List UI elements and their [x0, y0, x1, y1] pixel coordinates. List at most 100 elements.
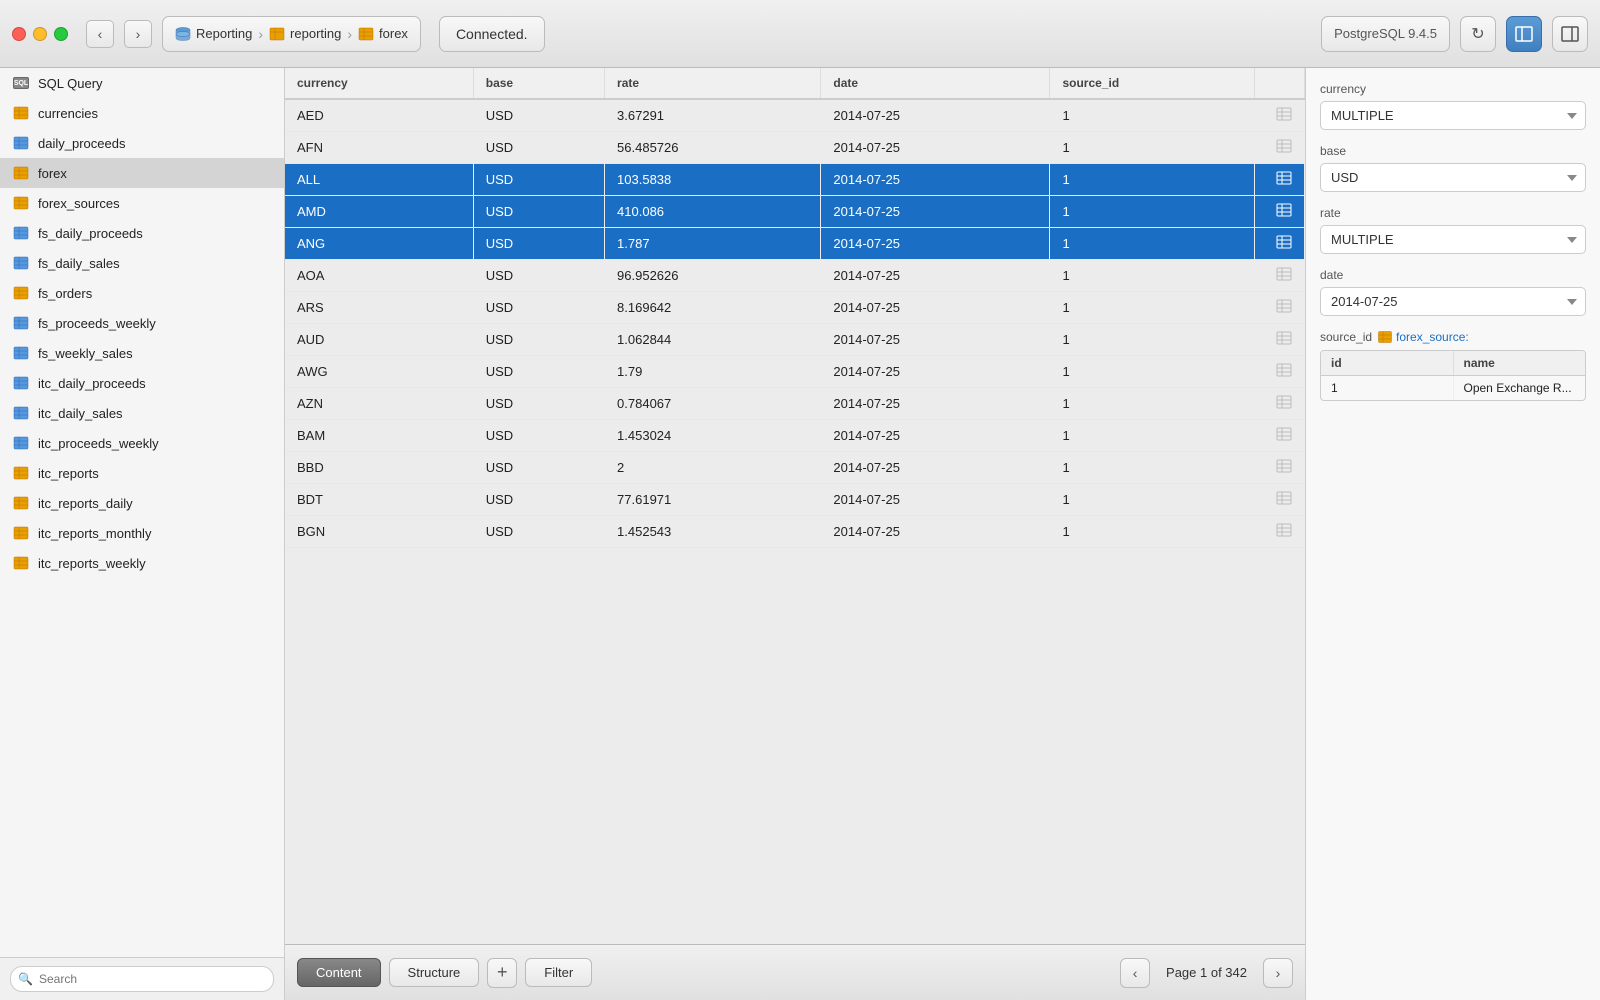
cell-icon[interactable]	[1255, 260, 1305, 292]
sidebar-item-itc-daily-sales[interactable]: itc_daily_sales	[0, 398, 284, 428]
sidebar-item-label: fs_weekly_sales	[38, 346, 133, 361]
table-row[interactable]: ARSUSD8.1696422014-07-251	[285, 292, 1305, 324]
cell-source_id: 1	[1050, 452, 1255, 484]
layout-left-button[interactable]	[1506, 16, 1542, 52]
sidebar-item-forex-sources[interactable]: forex_sources	[0, 188, 284, 218]
minimize-button[interactable]	[33, 27, 47, 41]
search-wrapper: 🔍	[10, 966, 274, 992]
cell-icon[interactable]	[1255, 324, 1305, 356]
table-icon	[13, 346, 29, 360]
layout-right-button[interactable]	[1552, 16, 1588, 52]
table-icon-currencies	[12, 104, 30, 122]
cell-icon[interactable]	[1255, 452, 1305, 484]
cell-rate: 410.086	[605, 196, 821, 228]
table-row[interactable]: AMDUSD410.0862014-07-251	[285, 196, 1305, 228]
row-table-icon	[1276, 363, 1292, 377]
cell-currency: AZN	[285, 388, 473, 420]
table-row[interactable]: BAMUSD1.4530242014-07-251	[285, 420, 1305, 452]
sidebar-item-itc-reports-daily[interactable]: itc_reports_daily	[0, 488, 284, 518]
table-icon	[13, 526, 29, 540]
cell-base: USD	[473, 516, 604, 548]
search-input[interactable]	[10, 966, 274, 992]
table-row[interactable]: BDTUSD77.619712014-07-251	[285, 484, 1305, 516]
prev-page-button[interactable]: ‹	[1120, 958, 1150, 988]
filter-select-rate[interactable]: MULTIPLE	[1320, 225, 1586, 254]
sidebar-item-itc-reports-weekly[interactable]: itc_reports_weekly	[0, 548, 284, 578]
cell-icon[interactable]	[1255, 356, 1305, 388]
sidebar-item-daily-proceeds[interactable]: daily_proceeds	[0, 128, 284, 158]
next-page-button[interactable]: ›	[1263, 958, 1293, 988]
sidebar-item-label: itc_reports	[38, 466, 99, 481]
forward-button[interactable]: ›	[124, 20, 152, 48]
table-icon	[13, 166, 29, 180]
table-row[interactable]: AZNUSD0.7840672014-07-251	[285, 388, 1305, 420]
cell-icon[interactable]	[1255, 132, 1305, 164]
source-table-icon	[1378, 331, 1392, 343]
source-id-link[interactable]: forex_source:	[1378, 330, 1469, 344]
filter-button[interactable]: Filter	[525, 958, 592, 987]
cell-base: USD	[473, 228, 604, 260]
table-icon	[13, 466, 29, 480]
layout-left-icon	[1515, 26, 1533, 42]
cell-icon[interactable]	[1255, 484, 1305, 516]
sidebar-item-label: itc_reports_weekly	[38, 556, 146, 571]
source-mini-table-row[interactable]: 1 Open Exchange R...	[1321, 376, 1585, 400]
cell-icon[interactable]	[1255, 196, 1305, 228]
structure-tab[interactable]: Structure	[389, 958, 480, 987]
sidebar-item-label: itc_reports_daily	[38, 496, 133, 511]
breadcrumb-table[interactable]: forex	[358, 26, 408, 41]
database-icon	[175, 27, 191, 41]
column-header-rate: rate	[605, 68, 821, 99]
filter-select-date[interactable]: 2014-07-25	[1320, 287, 1586, 316]
sidebar-item-fs-daily-sales[interactable]: fs_daily_sales	[0, 248, 284, 278]
cell-currency: BDT	[285, 484, 473, 516]
table-row[interactable]: AWGUSD1.792014-07-251	[285, 356, 1305, 388]
cell-icon[interactable]	[1255, 164, 1305, 196]
sidebar-item-forex[interactable]: forex	[0, 158, 284, 188]
cell-base: USD	[473, 164, 604, 196]
cell-icon[interactable]	[1255, 420, 1305, 452]
maximize-button[interactable]	[54, 27, 68, 41]
refresh-button[interactable]: ↻	[1460, 16, 1496, 52]
content-tab[interactable]: Content	[297, 958, 381, 987]
page-navigation: ‹ Page 1 of 342 ›	[1120, 958, 1293, 988]
row-table-icon	[1276, 331, 1292, 345]
cell-icon[interactable]	[1255, 99, 1305, 132]
table-row[interactable]: ANGUSD1.7872014-07-251	[285, 228, 1305, 260]
sidebar-item-sql-query[interactable]: SQLSQL Query	[0, 68, 284, 98]
sidebar-item-label: SQL Query	[38, 76, 103, 91]
table-row[interactable]: AUDUSD1.0628442014-07-251	[285, 324, 1305, 356]
table-row[interactable]: AOAUSD96.9526262014-07-251	[285, 260, 1305, 292]
cell-icon[interactable]	[1255, 292, 1305, 324]
sidebar: SQLSQL Query currencies daily_proceeds f…	[0, 68, 285, 1000]
back-button[interactable]: ‹	[86, 20, 114, 48]
sidebar-item-itc-reports-monthly[interactable]: itc_reports_monthly	[0, 518, 284, 548]
filter-select-currency[interactable]: MULTIPLE	[1320, 101, 1586, 130]
sidebar-item-fs-orders[interactable]: fs_orders	[0, 278, 284, 308]
row-table-icon	[1276, 171, 1292, 185]
filter-select-base[interactable]: USD	[1320, 163, 1586, 192]
cell-currency: AUD	[285, 324, 473, 356]
breadcrumb-schema[interactable]: reporting	[269, 26, 341, 41]
sidebar-item-itc-daily-proceeds[interactable]: itc_daily_proceeds	[0, 368, 284, 398]
pg-version-label: PostgreSQL 9.4.5	[1321, 16, 1450, 52]
breadcrumb-db[interactable]: Reporting	[175, 26, 252, 41]
close-button[interactable]	[12, 27, 26, 41]
add-row-button[interactable]: +	[487, 958, 517, 988]
table-row[interactable]: BBDUSD22014-07-251	[285, 452, 1305, 484]
sidebar-item-fs-weekly-sales[interactable]: fs_weekly_sales	[0, 338, 284, 368]
cell-icon[interactable]	[1255, 388, 1305, 420]
table-row[interactable]: BGNUSD1.4525432014-07-251	[285, 516, 1305, 548]
row-table-icon	[1276, 427, 1292, 441]
table-row[interactable]: AFNUSD56.4857262014-07-251	[285, 132, 1305, 164]
sidebar-item-itc-proceeds-weekly[interactable]: itc_proceeds_weekly	[0, 428, 284, 458]
table-icon-forex	[12, 164, 30, 182]
table-row[interactable]: ALLUSD103.58382014-07-251	[285, 164, 1305, 196]
sidebar-item-fs-proceeds-weekly[interactable]: fs_proceeds_weekly	[0, 308, 284, 338]
sidebar-item-currencies[interactable]: currencies	[0, 98, 284, 128]
sidebar-item-fs-daily-proceeds[interactable]: fs_daily_proceeds	[0, 218, 284, 248]
table-row[interactable]: AEDUSD3.672912014-07-251	[285, 99, 1305, 132]
sidebar-item-itc-reports[interactable]: itc_reports	[0, 458, 284, 488]
cell-icon[interactable]	[1255, 228, 1305, 260]
cell-icon[interactable]	[1255, 516, 1305, 548]
